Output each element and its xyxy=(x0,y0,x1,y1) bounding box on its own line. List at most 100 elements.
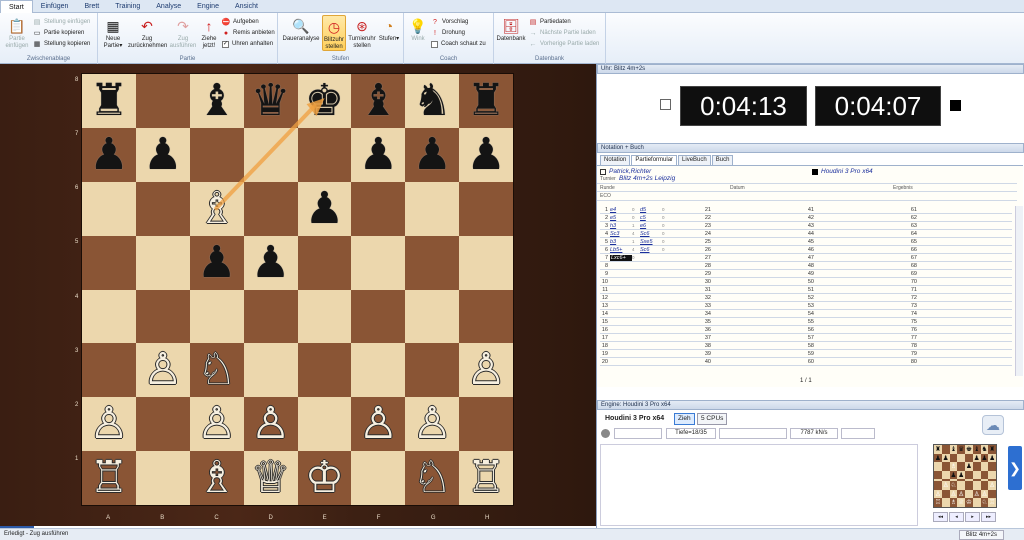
move-row[interactable]: 46 xyxy=(806,246,909,254)
move-row[interactable]: 73 xyxy=(909,302,1012,310)
move-row[interactable]: 60 xyxy=(806,358,909,366)
cloud-icon[interactable]: ☁ xyxy=(982,415,1004,435)
notation-scrollbar[interactable] xyxy=(1015,206,1023,376)
move-row[interactable]: 56 xyxy=(806,326,909,334)
move-row[interactable]: 55 xyxy=(806,318,909,326)
nav-next-button[interactable]: ▸ xyxy=(965,512,980,522)
paste-game-button[interactable]: 📋 Partie einfügen xyxy=(3,17,31,50)
tab-engine[interactable]: Engine xyxy=(189,0,227,13)
new-game-button[interactable]: ▦ Neue Partie▾ xyxy=(101,17,125,50)
undo-move-button[interactable]: ↶ Zug zurücknehmen xyxy=(128,17,167,50)
move-row[interactable]: 79 xyxy=(909,350,1012,358)
tab-brett[interactable]: Brett xyxy=(76,0,107,13)
move-row[interactable]: 34 xyxy=(703,310,806,318)
move-row[interactable]: 53 xyxy=(806,302,909,310)
copy-position-button[interactable]: ▦ Stellung kopieren xyxy=(33,39,91,49)
nav-last-button[interactable]: ▸▸ xyxy=(981,512,996,522)
move-row[interactable]: 42 xyxy=(806,214,909,222)
tab-notation[interactable]: Notation xyxy=(600,155,631,165)
nav-prev-button[interactable]: ◂ xyxy=(949,512,964,522)
database-button[interactable]: 🗄 Datenbank xyxy=(496,17,526,43)
move-row[interactable]: 9 xyxy=(600,270,703,278)
stop-clocks-checkbox[interactable]: ✓ Uhren anhalten xyxy=(222,39,273,49)
offer-draw-button[interactable]: ● Remis anbieten xyxy=(222,28,275,38)
move-row[interactable]: 49 xyxy=(806,270,909,278)
move-row[interactable]: 18 xyxy=(600,342,703,350)
move-row[interactable]: 50 xyxy=(806,278,909,286)
tab-livebuch[interactable]: LiveBuch xyxy=(678,155,711,165)
hint-button[interactable]: 💡 Wink xyxy=(407,17,429,43)
move-row[interactable]: 75 xyxy=(909,318,1012,326)
redo-move-button[interactable]: ↷ Zug ausführen xyxy=(168,17,198,50)
paste-position-button[interactable]: ▤ Stellung einfügen xyxy=(33,17,91,27)
move-row[interactable]: 39 xyxy=(703,350,806,358)
tab-analyse[interactable]: Analyse xyxy=(148,0,189,13)
move-row[interactable]: 31 xyxy=(703,286,806,294)
cpus-button[interactable]: 5 CPUs xyxy=(697,413,728,425)
move-row[interactable]: 20 xyxy=(600,358,703,366)
move-row[interactable]: 30 xyxy=(703,278,806,286)
move-row[interactable]: 47 xyxy=(806,254,909,262)
move-row[interactable]: 28 xyxy=(703,262,806,270)
move-row[interactable]: 69 xyxy=(909,270,1012,278)
move-row[interactable]: 57 xyxy=(806,334,909,342)
previous-game-button[interactable]: ← Vorherige Partie laden xyxy=(529,39,600,49)
levels-button[interactable]: ◔ Stufen▾ xyxy=(378,17,400,43)
threat-button[interactable]: ! Drohung xyxy=(431,28,465,38)
suggestion-button[interactable]: ? Vorschlag xyxy=(431,17,468,27)
move-row[interactable]: 17 xyxy=(600,334,703,342)
move-row[interactable]: 26 xyxy=(703,246,806,254)
move-row[interactable]: 63 xyxy=(909,222,1012,230)
move-row[interactable]: 58 xyxy=(806,342,909,350)
tab-start[interactable]: Start xyxy=(0,0,33,13)
move-row[interactable]: 80 xyxy=(909,358,1012,366)
move-row[interactable]: 40 xyxy=(703,358,806,366)
move-row[interactable]: 19 xyxy=(600,350,703,358)
move-row[interactable]: 33 xyxy=(703,302,806,310)
move-row[interactable]: 76 xyxy=(909,326,1012,334)
move-row[interactable]: 25 xyxy=(703,238,806,246)
move-row[interactable]: 44 xyxy=(806,230,909,238)
move-row[interactable]: 66 xyxy=(909,246,1012,254)
move-row[interactable]: 64 xyxy=(909,230,1012,238)
move-row[interactable]: 7 Lxc6+ 0 xyxy=(600,254,703,262)
move-row[interactable]: 23 xyxy=(703,222,806,230)
move-row[interactable]: 68 xyxy=(909,262,1012,270)
move-row[interactable]: 15 xyxy=(600,318,703,326)
nav-first-button[interactable]: ◂◂ xyxy=(933,512,948,522)
move-row[interactable]: 2 e5 0 c5 0 xyxy=(600,214,703,222)
copy-game-button[interactable]: ▭ Partie kopieren xyxy=(33,28,85,38)
move-row[interactable]: 32 xyxy=(703,294,806,302)
move-row[interactable]: 6 Lb5+ 4 Sc6 0 xyxy=(600,246,703,254)
move-row[interactable]: 16 xyxy=(600,326,703,334)
move-row[interactable]: 71 xyxy=(909,286,1012,294)
tab-partieformular[interactable]: Partieformular xyxy=(631,155,678,165)
move-row[interactable]: 1 e4 0 d5 0 xyxy=(600,206,703,214)
move-row[interactable]: 62 xyxy=(909,214,1012,222)
move-row[interactable]: 14 xyxy=(600,310,703,318)
move-row[interactable]: 22 xyxy=(703,214,806,222)
move-row[interactable]: 70 xyxy=(909,278,1012,286)
resign-button[interactable]: ⛔ Aufgeben xyxy=(222,17,259,27)
move-row[interactable]: 37 xyxy=(703,334,806,342)
move-row[interactable]: 74 xyxy=(909,310,1012,318)
tab-einfuegen[interactable]: Einfügen xyxy=(33,0,77,13)
move-row[interactable]: 51 xyxy=(806,286,909,294)
move-row[interactable]: 41 xyxy=(806,206,909,214)
move-row[interactable]: 21 xyxy=(703,206,806,214)
move-row[interactable]: 35 xyxy=(703,318,806,326)
move-row[interactable]: 8 xyxy=(600,262,703,270)
chevron-right-icon[interactable]: ❯ xyxy=(1008,446,1022,490)
move-row[interactable]: 27 xyxy=(703,254,806,262)
move-row[interactable]: 59 xyxy=(806,350,909,358)
move-row[interactable]: 12 xyxy=(600,294,703,302)
move-row[interactable]: 5 b3 1 Sxe5 0 xyxy=(600,238,703,246)
move-row[interactable]: 52 xyxy=(806,294,909,302)
tab-buch[interactable]: Buch xyxy=(711,155,734,165)
move-row[interactable]: 72 xyxy=(909,294,1012,302)
move-row[interactable]: 36 xyxy=(703,326,806,334)
move-now-button[interactable]: ↑ Ziehe jetzt! xyxy=(198,17,220,50)
tab-ansicht[interactable]: Ansicht xyxy=(227,0,266,13)
tab-training[interactable]: Training xyxy=(107,0,148,13)
blitz-clock-button[interactable]: ◷ Blitzuhr stellen xyxy=(322,15,346,51)
